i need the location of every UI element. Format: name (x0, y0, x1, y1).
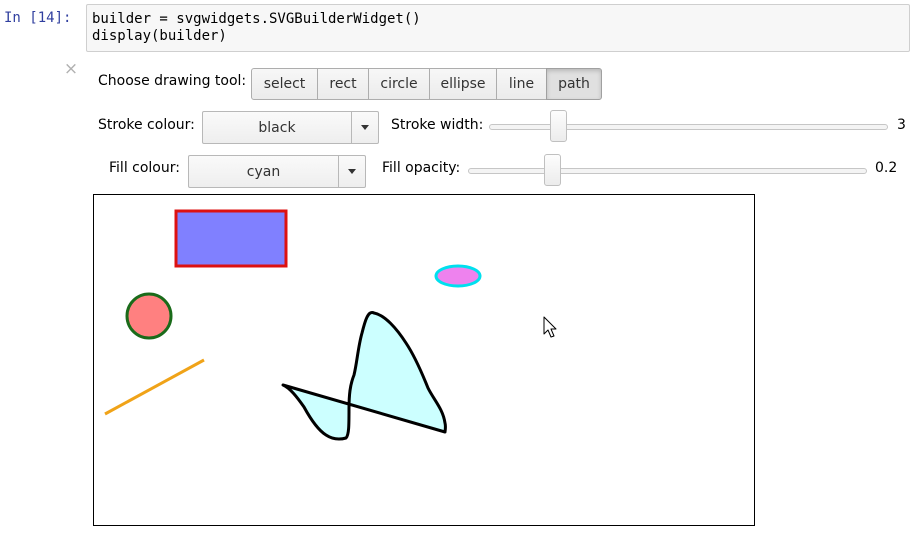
fill-colour-label: Fill colour: (109, 160, 180, 176)
close-output-icon[interactable]: × (63, 61, 79, 78)
drawing-tool-label: Choose drawing tool: (98, 73, 247, 89)
tool-path-button[interactable]: path (546, 68, 602, 100)
arrow-cursor-icon (543, 316, 557, 338)
drawn-path[interactable] (281, 311, 447, 441)
tool-line-button[interactable]: line (496, 68, 547, 100)
stroke-colour-dropdown[interactable]: black (202, 111, 379, 144)
fill-opacity-slider-handle[interactable] (544, 154, 562, 186)
stroke-colour-label: Stroke colour: (98, 117, 195, 133)
stroke-width-slider-handle[interactable] (550, 110, 568, 142)
stroke-colour-value: black (258, 119, 296, 136)
code-cell-input[interactable]: builder = svgwidgets.SVGBuilderWidget() … (86, 4, 910, 52)
cell-prompt: In [14]: (4, 10, 72, 26)
fill-opacity-slider[interactable] (468, 168, 867, 174)
stroke-width-slider[interactable] (489, 124, 888, 130)
code-line-1: builder = svgwidgets.SVGBuilderWidget() (92, 11, 421, 27)
drawn-rectangle[interactable] (174, 209, 288, 268)
chevron-down-icon (351, 112, 378, 143)
drawn-ellipse[interactable] (434, 264, 482, 288)
fill-colour-dropdown[interactable]: cyan (188, 155, 366, 188)
svg-drawing-canvas[interactable] (93, 194, 755, 526)
stroke-width-label: Stroke width: (391, 117, 484, 133)
stroke-width-readout: 3 (897, 117, 906, 133)
fill-opacity-readout: 0.2 (875, 160, 898, 176)
tool-rect-button[interactable]: rect (317, 68, 369, 100)
drawn-circle[interactable] (125, 292, 173, 340)
code-line-2: display(builder) (92, 28, 227, 44)
drawing-surface[interactable] (94, 195, 754, 525)
drawn-line[interactable] (104, 358, 205, 416)
drawing-tool-group: select rect circle ellipse line path (251, 68, 602, 100)
tool-select-button[interactable]: select (251, 68, 318, 100)
chevron-down-icon (338, 156, 365, 187)
fill-colour-value: cyan (246, 163, 281, 180)
tool-circle-button[interactable]: circle (368, 68, 430, 100)
tool-ellipse-button[interactable]: ellipse (429, 68, 497, 100)
fill-opacity-label: Fill opacity: (382, 160, 461, 176)
